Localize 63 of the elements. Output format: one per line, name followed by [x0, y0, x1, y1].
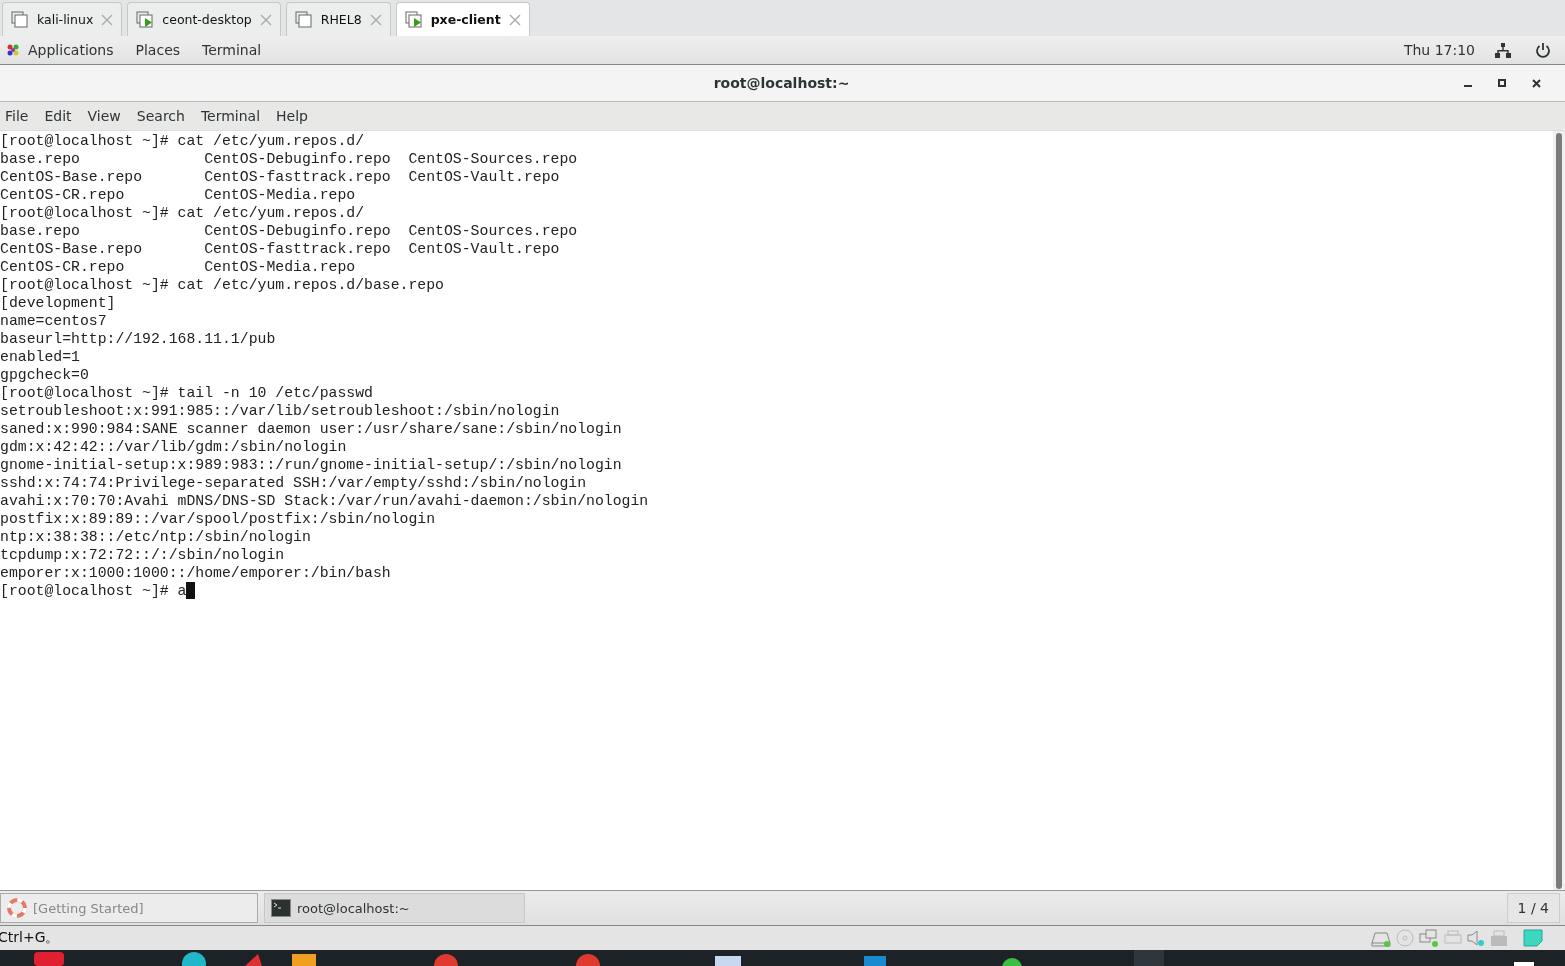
terminal-line: gdm:x:42:42::/var/lib/gdm:/sbin/nologin	[0, 438, 348, 456]
terminal-line: avahi:x:70:70:Avahi mDNS/DNS-SD Stack:/var/run/avahi-daemon:/sbin/nologin	[0, 492, 650, 510]
terminal-line: ntp:x:38:38::/etc/ntp:/sbin/nologin	[0, 528, 312, 546]
clock[interactable]: Thu 17:10	[1403, 42, 1475, 58]
menu-item[interactable]: Terminal	[200, 108, 261, 124]
menu-item[interactable]: Edit	[44, 108, 72, 124]
window-list-item[interactable]: root@localhost:~	[264, 893, 525, 923]
note-icon	[1523, 929, 1543, 947]
window-title: root@localhost:~	[712, 75, 851, 91]
terminal-line: CentOS-Base.repo CentOS-fasttrack.repo CentOS-Vault.repo	[0, 168, 561, 186]
usb-drive-icon	[1490, 929, 1508, 947]
vm-running-icon	[404, 10, 423, 29]
terminal-line: [root@localhost ~]# cat /etc/yum.repos.d/	[0, 204, 366, 222]
network-adapter-icon	[1419, 929, 1439, 947]
close-icon[interactable]	[1531, 78, 1541, 88]
vm-tab[interactable]: kali-linux	[2, 2, 123, 36]
vm-tab[interactable]: RHEL8	[285, 2, 391, 36]
vm-icon	[11, 10, 29, 29]
printer-icon	[1444, 929, 1462, 947]
terminal-line: emporer:x:1000:1000::/home/emporer:/bin/bash	[0, 564, 392, 582]
terminal-line: [root@localhost ~]# cat /etc/yum.repos.d/	[0, 132, 366, 150]
top-bar-menu[interactable]: Applications	[28, 42, 114, 58]
menu-item[interactable]: Help	[276, 108, 308, 124]
terminal-line: gnome-initial-setup:x:989:983::/run/gnome-initial-setup/:/sbin/nologin	[0, 456, 623, 474]
maximize-icon[interactable]	[1498, 79, 1506, 87]
terminal-line: sshd:x:74:74:Privilege-separated SSH:/var/empty/sshd:/sbin/nologin	[0, 474, 588, 492]
terminal-line: [development]	[0, 294, 117, 312]
vm-icon	[294, 10, 313, 29]
terminal-line: saned:x:990:984:SANE scanner daemon user:/usr/share/sane:/sbin/nologin	[0, 420, 623, 438]
terminal-line: [root@localhost ~]# tail -n 10 /etc/passwd	[0, 384, 374, 402]
terminal-line: setroubleshoot:x:991:985::/var/lib/setroubleshoot:/sbin/nologin	[0, 402, 561, 420]
terminal-line: [root@localhost ~]# cat /etc/yum.repos.d/base.repo	[0, 276, 445, 294]
terminal-prompt: [root@localhost ~]# a	[0, 583, 187, 599]
terminal-line: postfix:x:89:89::/var/spool/postfix:/sbin/nologin	[0, 510, 437, 528]
speaker-icon	[1467, 929, 1485, 947]
disc-icon	[1396, 929, 1414, 947]
vm-tab[interactable]: pxe-client	[395, 2, 530, 36]
menu-item[interactable]: File	[5, 108, 29, 124]
vm-running-icon	[136, 10, 155, 29]
workspace-switcher[interactable]: 1 / 4	[1506, 893, 1560, 923]
terminal-line: CentOS-CR.repo CentOS-Media.repo	[0, 258, 357, 276]
terminal-line: CentOS-CR.repo CentOS-Media.repo	[0, 186, 357, 204]
terminal-line: CentOS-Base.repo CentOS-fasttrack.repo CentOS-Vault.repo	[0, 240, 561, 258]
network-icon[interactable]	[1495, 42, 1511, 58]
top-bar-menu[interactable]: Terminal	[202, 42, 262, 58]
vm-tab[interactable]: ceont-desktop	[127, 2, 281, 36]
terminal-line: baseurl=http://192.168.11.1/pub	[0, 330, 277, 348]
scrollbar-thumb[interactable]	[1556, 133, 1562, 889]
terminal-line: base.repo CentOS-Debuginfo.repo CentOS-Sources.repo	[0, 222, 579, 240]
gnome-foot-icon	[6, 43, 20, 57]
lifebuoy-icon	[7, 898, 27, 918]
terminal-line: tcpdump:x:72:72::/:/sbin/nologin	[0, 546, 286, 564]
menu-item[interactable]: View	[87, 108, 121, 124]
terminal-line: name=centos7	[0, 312, 108, 330]
terminal-line: gpgcheck=0	[0, 366, 90, 384]
terminal-line: base.repo CentOS-Debuginfo.repo CentOS-Sources.repo	[0, 150, 579, 168]
text-cursor	[186, 582, 196, 599]
hard-disk-icon	[1371, 929, 1391, 947]
power-icon[interactable]	[1535, 42, 1551, 58]
terminal-icon	[271, 899, 291, 917]
menu-item[interactable]: Search	[136, 108, 185, 124]
top-bar-menu[interactable]: Places	[135, 42, 181, 58]
terminal-line: enabled=1	[0, 348, 81, 366]
